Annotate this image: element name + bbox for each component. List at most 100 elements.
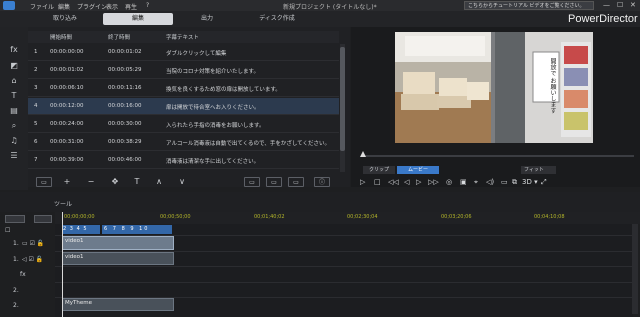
subtitle-room-icon[interactable]: ☰ [8,151,20,161]
menu-help[interactable]: ? [146,2,149,9]
row-start[interactable]: 00:00:06:10 [50,85,84,91]
tab-capture[interactable]: 取り込み [30,13,100,25]
fit-timeline-icon[interactable] [34,215,52,223]
preview-scrubber[interactable] [362,155,634,157]
row-end[interactable]: 00:00:05:29 [108,67,142,73]
remove-subtitle-button[interactable]: − [84,177,98,187]
clip-mode-tab[interactable]: クリップ [363,166,395,174]
prev-frame-button[interactable]: ◁◁ [388,178,399,186]
fit-dropdown[interactable]: フィット [521,166,556,174]
row-start[interactable]: 00:00:00:00 [50,49,84,55]
info-button[interactable]: ⓘ [314,177,330,187]
import-subtitle-button[interactable]: ▭ [36,177,52,187]
audio-clip[interactable]: video1 [62,252,174,265]
fullscreen-button[interactable]: ⤢ [541,178,547,187]
row-end[interactable]: 00:00:30:00 [108,121,142,127]
movie-mode-tab[interactable]: ムービー [397,166,439,174]
stop-button[interactable]: □ [374,178,381,186]
sync-button[interactable]: ▭ [288,177,304,187]
row-text[interactable]: 入られたら手指の消毒をお願いします。 [166,121,264,129]
next-frame-button[interactable]: ▷▷ [428,178,439,186]
table-row[interactable]: 6 00:00:31:00 00:00:38:29 アルコール消毒液は自動で出て… [28,134,339,151]
fx-icon[interactable]: fx [8,45,20,55]
row-start[interactable]: 00:00:39:00 [50,157,84,163]
subtitle-marker[interactable]: 8 [122,226,127,232]
display-button[interactable]: ▭ [501,178,508,186]
step-back-button[interactable]: ◁ [404,178,409,186]
table-row[interactable]: 5 00:00:24:00 00:00:30:00 入られたら手指の消毒をお願い… [28,116,339,133]
subtitle-markers-2[interactable]: 6 7 8 9 10 [104,226,150,232]
row-text[interactable]: 当院のコロナ対策を紹介いたします。 [166,67,259,75]
subtitle-marker[interactable]: 4 [77,226,81,232]
tutorial-promo-box[interactable]: こちらからチュートリアル ビデオをご覧ください。 [464,1,594,10]
row-end[interactable]: 00:00:01:02 [108,49,142,55]
table-row-selected[interactable]: 4 00:00:12:00 00:00:16:00 扉は開放で待合室へお入りくだ… [28,98,339,115]
row-start[interactable]: 00:00:01:02 [50,67,84,73]
subtitle-marker[interactable]: 9 [130,226,135,232]
undock-button[interactable]: ⧉ [512,178,517,187]
add-subtitle-button[interactable]: + [60,177,74,187]
tools-menu[interactable]: ツール [54,199,72,208]
row-start[interactable]: 00:00:31:00 [50,139,84,145]
capture-button[interactable]: ▣ [460,178,467,186]
subtitle-markers[interactable]: 2 3 4 5 [63,226,88,232]
title-text-icon[interactable]: T [8,91,20,101]
audio-mixer-icon[interactable]: ⌕ [8,121,20,131]
menu-edit[interactable]: 編集 [58,2,70,11]
move-down-button[interactable]: ∨ [175,177,189,187]
play-button[interactable]: ▷ [360,178,365,186]
particle-icon[interactable]: ⌂ [8,76,20,86]
row-end[interactable]: 00:00:38:29 [108,139,142,145]
merge-subtitle-button[interactable]: ✥ [108,177,122,187]
table-row[interactable]: 2 00:00:01:02 00:00:05:29 当院のコロナ対策を紹介いたし… [28,62,339,79]
menu-plugin[interactable]: プラグイン [77,2,107,11]
row-text[interactable]: 換気を良くするため窓の扉は開放しています。 [166,85,281,93]
menu-playback[interactable]: 再生 [125,2,137,11]
maximize-button[interactable]: ☐ [617,1,623,9]
subtitle-marker[interactable]: 3 [70,226,74,232]
preview-video-frame[interactable]: 開放で お願いします [395,32,593,143]
text-format-button[interactable]: T [130,177,144,187]
volume-button[interactable]: ◁) [486,178,494,186]
video-clip[interactable]: video1 [62,236,174,250]
row-text[interactable]: 扉は開放で待合室へお入りください。 [166,103,260,111]
move-up-button[interactable]: ∧ [152,177,166,187]
row-text[interactable]: アルコール消毒液は自動で出てくるので、手をかざしてください。 [166,139,330,147]
row-start[interactable]: 00:00:24:00 [50,121,84,127]
timeline-playhead[interactable] [62,212,63,317]
snapshot-button[interactable]: ◎ [446,178,452,186]
voice-over-icon[interactable]: ♫ [8,136,20,146]
table-row[interactable]: 3 00:00:06:10 00:00:11:16 換気を良くするため窓の扉は開… [28,80,339,97]
close-button[interactable]: ✕ [630,1,636,9]
import-file-button[interactable]: ▭ [244,177,260,187]
timeline-scrollbar[interactable] [632,224,638,314]
row-text[interactable]: ダブルクリックして編集 [166,49,226,57]
table-scroll-thumb[interactable] [340,47,345,151]
marker-button[interactable]: ⌖ [474,178,478,187]
subtitle-marker[interactable]: 10 [139,226,149,232]
transition-icon[interactable]: ▤ [8,106,20,116]
row-start[interactable]: 00:00:12:00 [50,103,84,109]
track-manager-icon[interactable] [5,215,25,223]
minimize-button[interactable]: — [603,1,610,9]
tab-disc[interactable]: ディスク作成 [242,13,312,25]
row-end[interactable]: 00:00:46:00 [108,157,142,163]
subtitle-marker[interactable]: 5 [83,226,87,232]
menu-file[interactable]: ファイル [30,2,54,11]
export-file-button[interactable]: ▭ [266,177,282,187]
music-clip[interactable]: MyTheme [62,298,174,311]
subtitle-marker[interactable]: 2 [63,226,67,232]
pip-icon[interactable]: ◩ [8,61,20,71]
subtitle-marker[interactable]: 6 [104,226,109,232]
subtitle-marker[interactable]: 7 [113,226,118,232]
tab-produce[interactable]: 出力 [175,13,239,25]
row-end[interactable]: 00:00:11:16 [108,85,142,91]
3d-toggle-button[interactable]: 3D ▾ [522,178,538,186]
step-forward-button[interactable]: ▷ [416,178,421,186]
menu-view[interactable]: 表示 [106,2,118,11]
table-row[interactable]: 1 00:00:00:00 00:00:01:02 ダブルクリックして編集 [28,44,339,61]
tab-edit[interactable]: 編集 [103,13,173,25]
row-text[interactable]: 消毒液は清潔な手に出してください。 [166,157,259,165]
scrubber-head[interactable] [360,151,366,157]
table-row[interactable]: 7 00:00:39:00 00:00:46:00 消毒液は清潔な手に出してくだ… [28,152,339,169]
